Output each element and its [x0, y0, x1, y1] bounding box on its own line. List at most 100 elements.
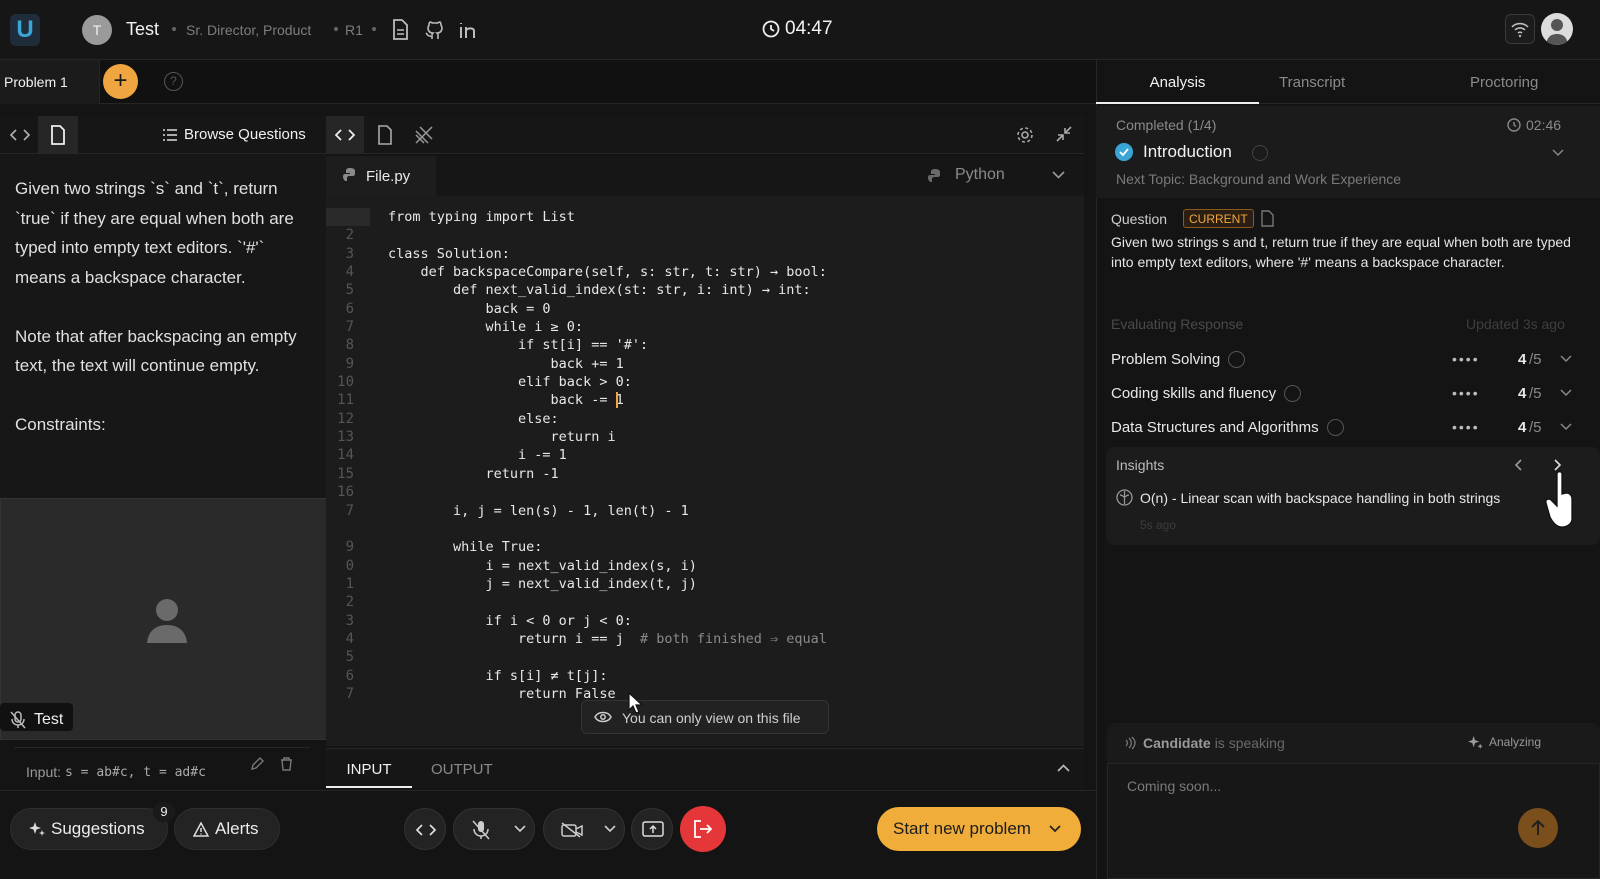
github-icon[interactable] — [424, 19, 446, 41]
sparkle-icon — [29, 821, 45, 837]
list-icon — [163, 128, 177, 141]
browse-questions-button[interactable]: Browse Questions — [163, 126, 306, 143]
updated-label: Updated 3s ago — [1466, 316, 1565, 332]
tab-proctoring[interactable]: Proctoring — [1470, 74, 1538, 91]
language-select[interactable]: Python — [955, 166, 1005, 184]
chevron-down-icon[interactable] — [604, 825, 616, 833]
score-max: /5 — [1529, 350, 1542, 368]
score-label: Coding skills and fluency — [1111, 384, 1277, 402]
line-number — [326, 520, 370, 538]
score-value: 4 — [1518, 418, 1527, 436]
view-only-toast: You can only view on this file — [581, 700, 829, 734]
chevron-down-icon[interactable] — [1560, 389, 1572, 397]
linkedin-icon[interactable] — [458, 19, 480, 41]
line-number: 9 — [345, 355, 354, 372]
insights-card: Insights O(n) - Linear scan with backspa… — [1106, 447, 1600, 545]
chevron-down-icon[interactable] — [1552, 149, 1564, 157]
insight-time: 5s ago — [1140, 518, 1177, 532]
line-number: 3 — [345, 245, 354, 262]
python-icon — [342, 167, 358, 183]
code-line: while True: — [388, 539, 543, 556]
person-placeholder-icon — [145, 597, 189, 645]
app-logo[interactable]: U — [10, 14, 40, 46]
gear-icon[interactable] — [1015, 125, 1035, 145]
chevron-down-icon[interactable] — [1560, 423, 1572, 431]
help-icon[interactable] — [1228, 350, 1246, 368]
chevron-down-icon[interactable] — [1052, 171, 1065, 179]
chevron-up-icon[interactable] — [1057, 764, 1070, 772]
screen-share-button[interactable] — [631, 808, 673, 850]
tab-input[interactable]: INPUT — [326, 750, 412, 788]
code-share-button[interactable] — [404, 808, 446, 850]
suggestions-button[interactable]: Suggestions — [10, 808, 168, 850]
code-line: return i — [388, 429, 616, 446]
help-icon[interactable] — [1326, 418, 1344, 436]
code-line: return i == j # both finished ⇒ equal — [388, 630, 827, 647]
tab-output[interactable]: OUTPUT — [431, 761, 493, 778]
chevron-down-icon[interactable] — [514, 825, 526, 833]
alerts-button[interactable]: Alerts — [174, 808, 280, 850]
help-icon[interactable] — [1284, 384, 1302, 402]
score-row[interactable]: Problem Solving •••• 4 /5 — [1111, 348, 1600, 370]
score-dots: •••• — [1452, 385, 1480, 401]
question-label: Question — [1111, 211, 1168, 227]
leave-call-button[interactable] — [680, 806, 726, 852]
help-icon[interactable]: ? — [164, 72, 183, 91]
start-new-problem-button[interactable]: Start new problem — [877, 807, 1081, 851]
insights-label: Insights — [1116, 457, 1165, 473]
user-avatar[interactable] — [1541, 13, 1573, 45]
suggestions-label: Suggestions — [51, 819, 145, 838]
separator-dot — [172, 27, 176, 31]
line-number-gutter: 2 3 4 5 6 7 8 9 10 11 12 13 14 15 16 7 9 0 1 2 3 4 5 6 7 — [326, 208, 370, 746]
text-cursor — [616, 392, 618, 408]
code-line: def backspaceCompare(self, s: str, t: st… — [388, 264, 827, 281]
score-row[interactable]: Coding skills and fluency •••• 4 /5 — [1111, 382, 1600, 404]
code-editor[interactable]: 2 3 4 5 6 7 8 9 10 11 12 13 14 15 16 7 9 0 1 2 3 4 5 6 7 from ty… — [326, 196, 1084, 746]
code-line: back = 0 — [388, 300, 551, 317]
collapse-icon[interactable] — [1055, 125, 1073, 143]
description-paragraph: Note that after backspacing an empty tex… — [15, 326, 297, 376]
warning-icon — [193, 821, 209, 837]
score-row[interactable]: Data Structures and Algorithms •••• 4 /5 — [1111, 416, 1600, 438]
exit-icon — [693, 820, 713, 838]
separator-dot — [372, 27, 376, 31]
chevron-down-icon — [1049, 825, 1061, 833]
send-button[interactable] — [1518, 808, 1558, 848]
tab-transcript[interactable]: Transcript — [1279, 74, 1345, 91]
chevron-left-icon[interactable] — [1514, 459, 1522, 471]
separator-dot — [334, 27, 338, 31]
line-number: 7 — [345, 685, 354, 702]
clock-icon — [1507, 118, 1521, 132]
add-problem-button[interactable]: + — [103, 64, 138, 99]
code-content[interactable]: from typing import List class Solution: … — [388, 208, 827, 703]
code-icon — [335, 127, 355, 143]
edit-icon[interactable] — [250, 757, 264, 771]
code-line: if i < 0 or j < 0: — [388, 612, 632, 629]
right-panel-tabs: Analysis Transcript Proctoring — [1096, 60, 1600, 104]
candidate-avatar: T — [82, 15, 112, 45]
check-circle-icon — [1115, 143, 1133, 161]
document-icon[interactable] — [1260, 210, 1274, 227]
file-icon[interactable] — [377, 125, 393, 145]
mic-toggle-button[interactable] — [453, 808, 535, 850]
line-number: 13 — [337, 429, 354, 446]
description-tab[interactable] — [38, 116, 78, 154]
code-line: return -1 — [388, 465, 559, 482]
video-name-tag: Test — [0, 703, 74, 731]
info-icon[interactable] — [1252, 145, 1268, 161]
code-line: while i ≥ 0: — [388, 319, 584, 336]
document-icon[interactable] — [390, 19, 412, 41]
chevron-down-icon[interactable] — [1560, 355, 1572, 363]
line-number: 2 — [345, 227, 354, 244]
trash-icon[interactable] — [280, 757, 293, 771]
camera-toggle-button[interactable] — [543, 808, 625, 850]
tab-analysis[interactable]: Analysis — [1096, 60, 1259, 104]
wifi-icon[interactable] — [1505, 14, 1535, 44]
code-tab[interactable] — [326, 116, 364, 154]
score-label: Data Structures and Algorithms — [1111, 418, 1319, 436]
question-text: Given two strings s and t, return true i… — [1111, 234, 1571, 270]
start-new-problem-label: Start new problem — [893, 819, 1031, 838]
whiteboard-icon[interactable] — [414, 125, 434, 145]
code-view-icon[interactable] — [10, 127, 30, 143]
tab-problem-1[interactable]: Problem 1 — [0, 60, 100, 104]
